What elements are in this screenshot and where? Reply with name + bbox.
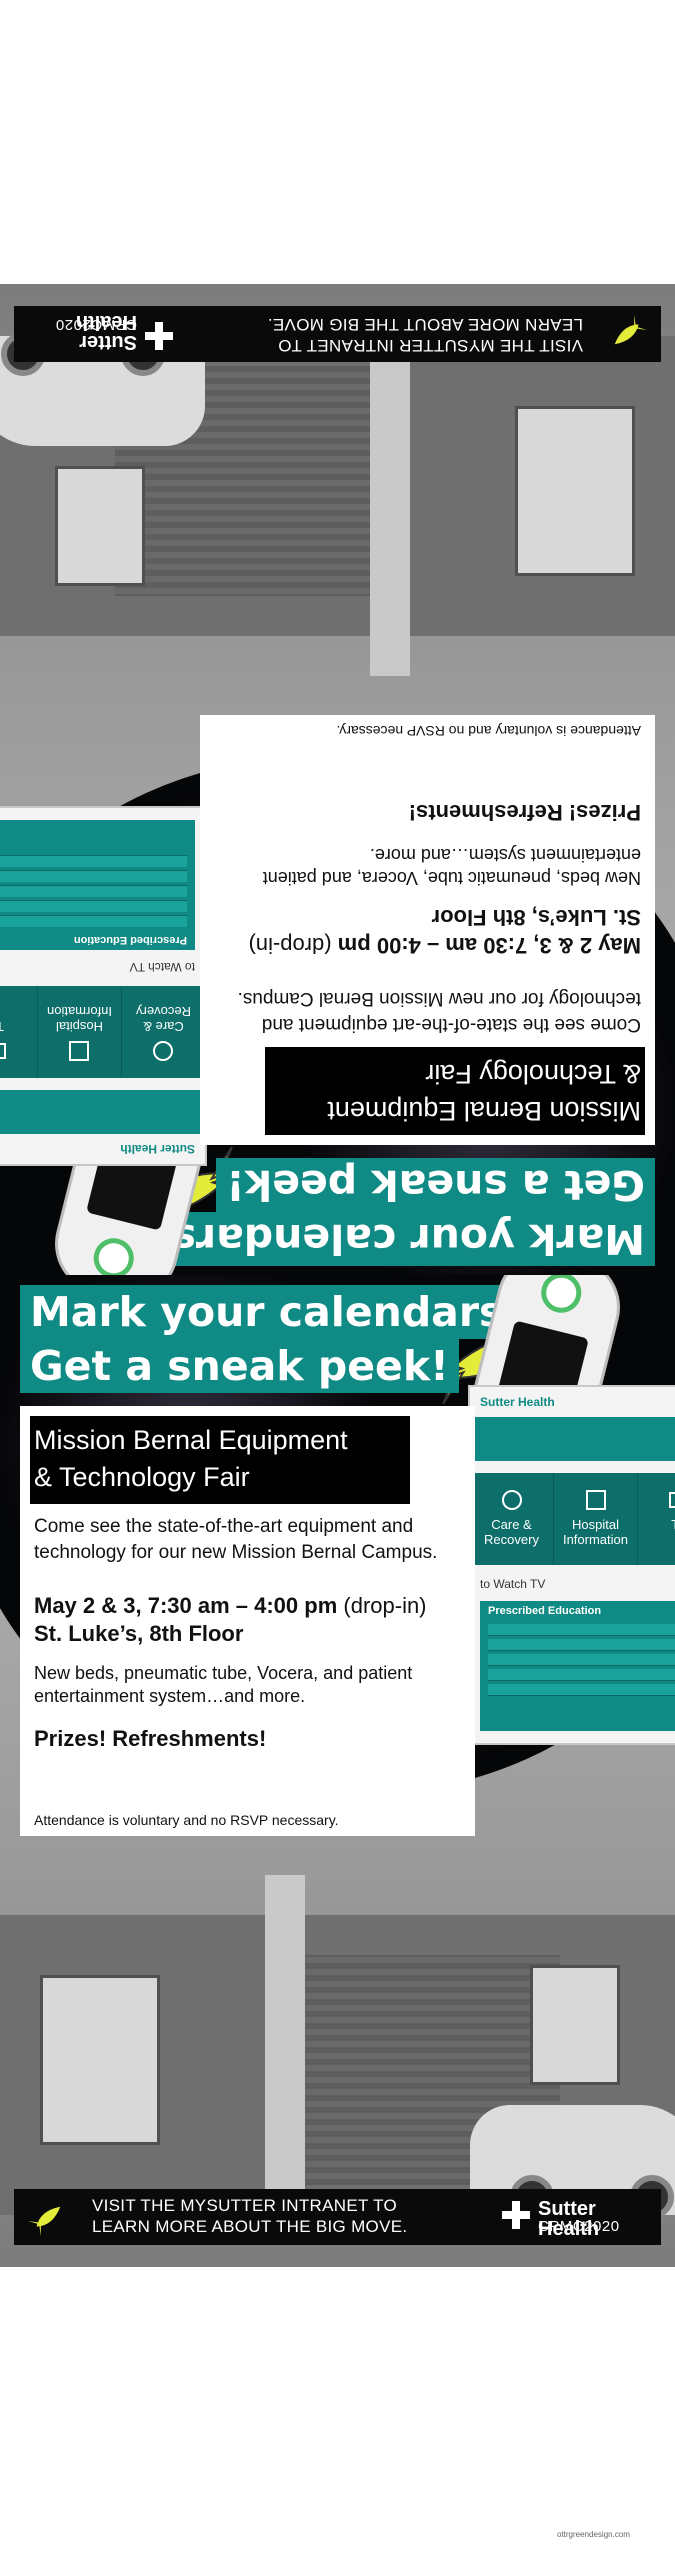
tile-tv: TV xyxy=(0,986,37,1078)
headline-line-1: Mark your calendars! xyxy=(20,1285,533,1339)
rocket-icon xyxy=(614,314,647,345)
headline-line-2: Get a sneak peek! xyxy=(20,1339,459,1393)
headline: Mark your calendars! Get a sneak peek! xyxy=(20,1285,533,1393)
sutter-health-logo: Sutter Health CPMC2020 xyxy=(500,2197,655,2239)
tile-tv: TV xyxy=(638,1473,675,1565)
tablet-brand: Sutter Health xyxy=(120,1142,195,1156)
event-features: New beds, pneumatic tube, Vocera, and pa… xyxy=(262,845,641,888)
tablet-screenshot: Sutter Health Care & Recovery Hospital I… xyxy=(468,1385,675,1745)
poster-bottom-half: Mark your calendars! Get a sneak peek! S… xyxy=(0,1275,675,2267)
tablet-screenshot: Sutter Health Care & Recovery Hospital I… xyxy=(0,806,207,1166)
poster: Mark your calendars! Get a sneak peek! S… xyxy=(0,284,675,2267)
tile-care: Care & Recovery xyxy=(470,1473,554,1565)
tablet-brand: Sutter Health xyxy=(480,1395,555,1409)
window xyxy=(55,466,145,586)
entrance-door xyxy=(515,406,635,576)
watch-tv-text: to Watch TV xyxy=(129,960,195,974)
tile-hospital: Hospital Information xyxy=(37,986,121,1078)
headline: Mark your calendars! Get a sneak peek! xyxy=(142,1158,655,1266)
event-where: St. Luke’s, 8th Floor xyxy=(431,905,641,930)
window xyxy=(530,1965,620,2085)
education-panel: Prescribed Education xyxy=(480,1601,675,1731)
event-note: Attendance is voluntary and no RSVP nece… xyxy=(336,723,641,739)
event-prizes: Prizes! Refreshments! xyxy=(408,800,641,825)
visit-text: VISIT THE MYSUTTER INTRANET TO LEARN MORE… xyxy=(267,315,583,355)
tile-hospital: Hospital Information xyxy=(554,1473,638,1565)
event-prizes: Prizes! Refreshments! xyxy=(34,1726,267,1751)
footer-banner: VISIT THE MYSUTTER INTRANET TO LEARN MORE… xyxy=(14,306,661,362)
sutter-logo-icon xyxy=(145,322,173,350)
event-intro: Come see the state-of-the-art equipment … xyxy=(237,988,641,1035)
event-where: St. Luke’s, 8th Floor xyxy=(34,1621,244,1646)
entrance-door xyxy=(40,1975,160,2145)
pillar xyxy=(265,1875,305,2205)
sutter-health-logo: Sutter Health CPMC2020 xyxy=(20,311,175,354)
pillar xyxy=(370,346,410,676)
event-when: May 2 & 3, 7:30 am – 4:00 pm (drop-in) xyxy=(34,1593,427,1618)
event-title: Mission Bernal Equipment & Technology Fai… xyxy=(30,1416,410,1504)
watch-tv-text: to Watch TV xyxy=(480,1577,546,1591)
poster-top-half: Mark your calendars! Get a sneak peek! S… xyxy=(0,284,675,1276)
sutter-logo-icon xyxy=(502,2201,530,2229)
designer-credit: ottrgreendesign.com xyxy=(557,2530,630,2539)
event-intro: Come see the state-of-the-art equipment … xyxy=(34,1516,438,1563)
rocket-icon xyxy=(28,2206,61,2237)
footer-banner: VISIT THE MYSUTTER INTRANET TO LEARN MORE… xyxy=(14,2189,661,2245)
event-note: Attendance is voluntary and no RSVP nece… xyxy=(34,1812,339,1828)
event-title: Mission Bernal Equipment & Technology Fai… xyxy=(265,1047,645,1135)
event-when: May 2 & 3, 7:30 am – 4:00 pm (drop-in) xyxy=(248,933,641,958)
event-card: Mission Bernal Equipment & Technology Fai… xyxy=(20,1406,475,1836)
visit-text: VISIT THE MYSUTTER INTRANET TO LEARN MORE… xyxy=(92,2196,408,2236)
tile-care: Care & Recovery xyxy=(121,986,205,1078)
education-panel: Prescribed Education xyxy=(0,820,195,950)
event-card: Mission Bernal Equipment & Technology Fai… xyxy=(200,715,655,1145)
event-features: New beds, pneumatic tube, Vocera, and pa… xyxy=(34,1663,413,1706)
headline-line-1: Mark your calendars! xyxy=(142,1212,655,1266)
headline-line-2: Get a sneak peek! xyxy=(216,1158,655,1212)
